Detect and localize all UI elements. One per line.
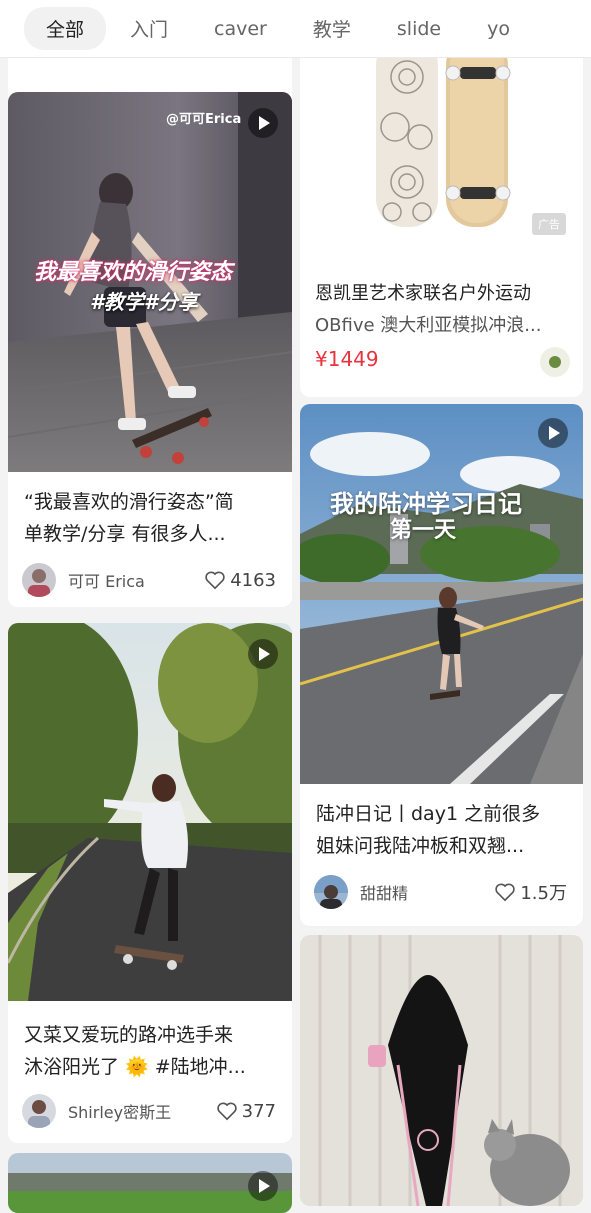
like-count-value: 4163 <box>230 569 276 591</box>
feed-card-partial-bottom[interactable] <box>8 1153 292 1213</box>
video-thumbnail[interactable]: 我的陆冲学习日记 第一天 <box>300 404 583 784</box>
heart-icon <box>495 883 516 902</box>
like-count[interactable]: 4163 <box>204 570 276 591</box>
author-name[interactable]: 可可 Erica <box>68 568 204 592</box>
like-count[interactable]: 377 <box>216 1101 276 1122</box>
play-icon <box>248 108 278 138</box>
card-title-line-1: 陆冲日记丨day1 之前很多 <box>316 803 541 825</box>
card-title-line-1: “我最喜欢的滑行姿态”简 <box>24 491 234 513</box>
author-name[interactable]: 甜甜精 <box>360 880 494 904</box>
ad-price: ¥1449 <box>315 347 379 371</box>
card-footer: 甜甜精 1.5万 <box>314 874 567 910</box>
ad-subtitle: OBfive 澳大利亚模拟冲浪... <box>315 315 542 336</box>
video-thumbnail[interactable] <box>8 623 292 1001</box>
card-footer: 可可 Erica 4163 <box>22 562 276 598</box>
ad-badge: 广告 <box>532 213 566 235</box>
card-title-line-2: 单教学/分享 有很多人... <box>24 523 226 545</box>
card-title-line-1: 又菜又爱玩的路冲选手来 <box>24 1024 234 1046</box>
author-name[interactable]: Shirley密斯王 <box>68 1099 216 1123</box>
avatar[interactable] <box>22 563 56 597</box>
card-title-line-2: 沐浴阳光了 🌞 #陆地冲... <box>24 1056 246 1078</box>
video-overlay-text-2: #教学#分享 <box>90 290 198 314</box>
tab-all[interactable]: 全部 <box>24 7 107 50</box>
like-count[interactable]: 1.5万 <box>494 879 567 905</box>
video-overlay-text-1: 我最喜欢的滑行姿态 <box>34 260 233 285</box>
tab-teaching[interactable]: 教学 <box>291 7 373 50</box>
avatar[interactable] <box>314 875 348 909</box>
category-tab-bar: 全部 入门 caver 教学 slide yo <box>0 0 591 58</box>
tab-caver[interactable]: caver <box>192 10 289 48</box>
feed-card-diary[interactable]: 我的陆冲学习日记 第一天 陆冲日记丨day1 之前很多 姐妹问我陆冲板和双翘..… <box>300 404 583 926</box>
feed-card-erica[interactable]: @可可Erica 我最喜欢的滑行姿态 #教学#分享 “我最喜欢的滑行姿态”简 单… <box>8 92 292 607</box>
video-author-handle-overlay: @可可Erica <box>166 112 242 127</box>
avatar-image <box>314 875 348 909</box>
card-title: 又菜又爱玩的路冲选手来 沐浴阳光了 🌞 #陆地冲... <box>24 1019 278 1083</box>
like-count-value: 377 <box>241 1100 276 1122</box>
card-title-line-2: 姐妹问我陆冲板和双翘... <box>316 835 525 857</box>
play-icon <box>248 639 278 669</box>
ad-title: 恩凯里艺术家联名户外运动 <box>315 283 531 304</box>
video-thumbnail[interactable]: @可可Erica 我最喜欢的滑行姿态 #教学#分享 <box>8 92 292 472</box>
avatar-image <box>28 569 50 597</box>
play-icon <box>538 418 568 448</box>
avatar-image <box>28 1100 50 1128</box>
shop-avatar[interactable] <box>540 347 570 377</box>
tab-yo[interactable]: yo <box>465 10 532 48</box>
card-title: 陆冲日记丨day1 之前很多 姐妹问我陆冲板和双翘... <box>316 798 569 862</box>
card-title: “我最喜欢的滑行姿态”简 单教学/分享 有很多人... <box>24 486 278 550</box>
tab-beginner[interactable]: 入门 <box>108 7 190 50</box>
heart-icon <box>205 571 225 590</box>
feed-card-surfskate[interactable] <box>300 935 583 1206</box>
surfskate-board-image <box>300 935 583 1206</box>
product-image[interactable]: 广告 <box>300 37 583 267</box>
feed-card-shirley[interactable]: 又菜又爱玩的路冲选手来 沐浴阳光了 🌞 #陆地冲... Shirley密斯王 3… <box>8 623 292 1143</box>
feed-card-ad[interactable]: 广告 恩凯里艺术家联名户外运动 OBfive 澳大利亚模拟冲浪... ¥1449 <box>300 37 583 397</box>
tab-slide[interactable]: slide <box>375 10 463 48</box>
play-icon <box>248 1171 278 1201</box>
card-footer: Shirley密斯王 377 <box>22 1093 276 1129</box>
like-count-value: 1.5万 <box>520 883 567 904</box>
video-overlay-text-2: 第一天 <box>390 517 457 543</box>
avatar[interactable] <box>22 1094 56 1128</box>
road-skating-video-image <box>300 404 583 784</box>
sunny-road-video-image <box>8 623 292 1001</box>
shop-logo-icon <box>549 356 561 368</box>
heart-icon <box>216 1102 237 1121</box>
